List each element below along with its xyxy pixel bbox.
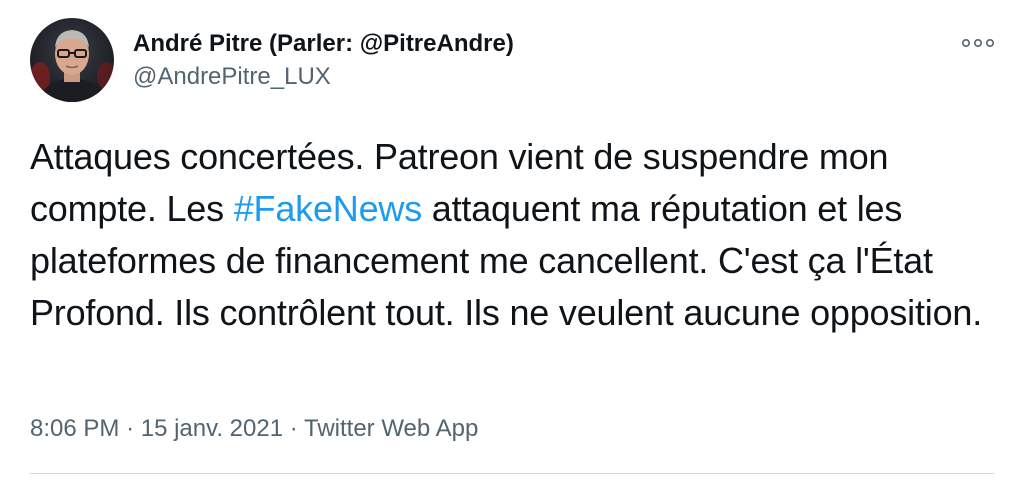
meta-separator: · [126,415,135,442]
tweet-date[interactable]: 15 janv. 2021 [141,415,283,442]
more-options-button[interactable] [958,28,998,58]
hashtag-link[interactable]: #FakeNews [234,188,422,229]
tweet-time[interactable]: 8:06 PM [30,415,119,442]
tweet-metadata: 8:06 PM · 15 janv. 2021 · Twitter Web Ap… [30,413,478,445]
user-portrait-icon [30,18,114,102]
author-display-name[interactable]: André Pitre (Parler: @PitreAndre) [133,29,514,59]
meta-separator: · [289,415,298,442]
avatar[interactable] [30,18,114,102]
tweet-card: André Pitre (Parler: @PitreAndre) @Andre… [0,0,1024,484]
divider [30,473,994,474]
author-handle[interactable]: @AndrePitre_LUX [133,62,514,92]
tweet-text: Attaques concertées. Patreon vient de su… [30,131,995,339]
tweet-source[interactable]: Twitter Web App [304,415,478,442]
more-options-icon [962,39,994,48]
author-block: André Pitre (Parler: @PitreAndre) @Andre… [133,29,514,92]
